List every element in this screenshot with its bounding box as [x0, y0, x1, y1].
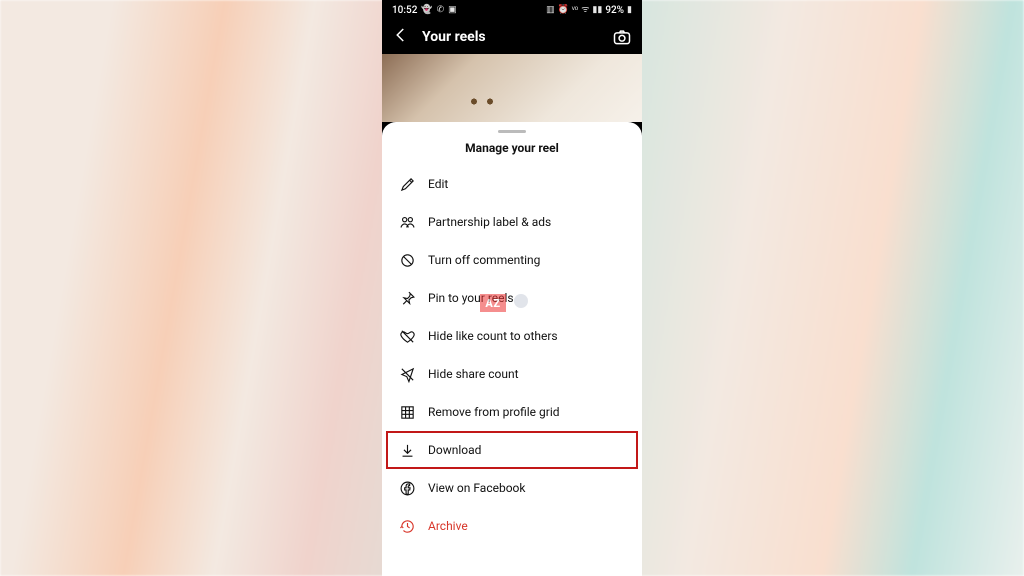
status-time: 10:52 — [392, 5, 417, 16]
page-title: Your reels — [422, 29, 600, 45]
pin-icon — [398, 289, 416, 307]
camera-icon[interactable] — [612, 27, 632, 47]
facebook-icon — [398, 479, 416, 497]
menu-item-view-facebook[interactable]: View on Facebook — [382, 469, 642, 507]
menu-item-download[interactable]: Download — [386, 431, 638, 469]
wifi-icon: ᯤ — [581, 6, 589, 15]
archive-icon — [398, 517, 416, 535]
volte-icon: ᵛᵒ — [572, 6, 578, 15]
menu-item-archive[interactable]: Archive — [382, 507, 642, 545]
signal-icon: ▮▮ — [592, 6, 602, 15]
menu-item-label: Download — [428, 443, 481, 457]
reel-preview — [382, 54, 642, 122]
menu-item-label: Partnership label & ads — [428, 215, 551, 229]
menu-item-label: Remove from profile grid — [428, 405, 560, 419]
back-arrow-icon[interactable] — [392, 26, 410, 48]
menu-item-label: Archive — [428, 519, 468, 533]
snapchat-icon: 👻 — [421, 6, 432, 15]
sheet-title: Manage your reel — [382, 141, 642, 155]
heart-off-icon — [398, 327, 416, 345]
status-bar: 10:52 👻 ✆ ▣ ▥ ⏰ ᵛᵒ ᯤ ▮▮ 92% ▮ — [382, 0, 642, 20]
phone-icon: ✆ — [437, 6, 445, 15]
picture-icon: ▣ — [448, 6, 457, 15]
nfc-icon: ▥ — [546, 6, 555, 15]
alarm-icon: ⏰ — [558, 6, 569, 15]
grid-icon — [398, 403, 416, 421]
menu-item-remove-grid[interactable]: Remove from profile grid — [382, 393, 642, 431]
app-header: Your reels — [382, 20, 642, 54]
manage-reel-sheet: Manage your reel Edit Partnership label … — [382, 122, 642, 576]
menu-item-label: Hide share count — [428, 367, 519, 381]
menu-item-hide-likes[interactable]: Hide like count to others — [382, 317, 642, 355]
menu-item-label: Hide like count to others — [428, 329, 558, 343]
menu-item-edit[interactable]: Edit — [382, 165, 642, 203]
partnership-icon — [398, 213, 416, 231]
battery-percent: 92% — [605, 5, 624, 16]
share-off-icon — [398, 365, 416, 383]
battery-icon: ▮ — [627, 6, 632, 15]
menu-item-label: Pin to your reels — [428, 291, 514, 305]
phone-frame: 10:52 👻 ✆ ▣ ▥ ⏰ ᵛᵒ ᯤ ▮▮ 92% ▮ Your reels… — [382, 0, 642, 576]
sheet-grabber[interactable] — [498, 130, 526, 133]
menu-item-hide-share[interactable]: Hide share count — [382, 355, 642, 393]
pencil-icon — [398, 175, 416, 193]
menu-item-partnership[interactable]: Partnership label & ads — [382, 203, 642, 241]
menu-item-label: Edit — [428, 177, 448, 191]
menu-item-pin[interactable]: Pin to your reels — [382, 279, 642, 317]
menu-item-turn-off-commenting[interactable]: Turn off commenting — [382, 241, 642, 279]
download-icon — [398, 441, 416, 459]
menu-item-label: View on Facebook — [428, 481, 525, 495]
menu-item-label: Turn off commenting — [428, 253, 540, 267]
comment-off-icon — [398, 251, 416, 269]
